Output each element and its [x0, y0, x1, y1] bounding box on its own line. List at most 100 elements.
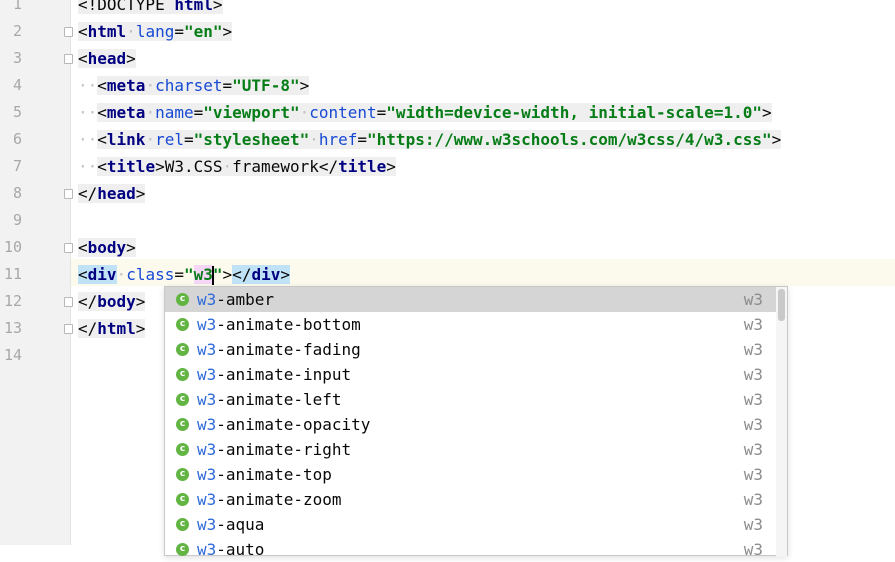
- indent-whitespace: ··: [78, 103, 98, 122]
- completion-match-prefix: w3: [197, 515, 217, 534]
- fold-marker-icon[interactable]: [64, 324, 73, 334]
- completion-item[interactable]: c w3-aqua w3: [165, 512, 777, 537]
- completion-item-suffix: -animate-zoom: [216, 490, 342, 509]
- completion-item-label: w3-animate-top: [197, 462, 332, 487]
- code-line[interactable]: <!DOCTYPE html>: [78, 0, 223, 18]
- completion-item[interactable]: c w3-animate-opacity w3: [165, 412, 777, 437]
- code-line[interactable]: <html·lang="en">: [78, 18, 233, 45]
- line-number: 6: [12, 130, 22, 148]
- completion-match-prefix: w3: [197, 390, 217, 409]
- code-content: <!DOCTYPE html>: [78, 0, 223, 14]
- completion-item-type: w3: [743, 340, 763, 359]
- css-class-icon: c: [176, 393, 189, 406]
- completion-item-type: w3: [743, 365, 763, 384]
- completion-item-type: w3: [743, 465, 763, 484]
- code-content: </head>: [78, 184, 146, 203]
- indent-whitespace: ··: [78, 130, 98, 149]
- tag-name: head: [97, 184, 136, 203]
- completion-item[interactable]: c w3-animate-right w3: [165, 437, 777, 462]
- completion-scroll-thumb[interactable]: [778, 289, 785, 321]
- attribute-value: "width=device-width, initial-scale=1.0": [386, 103, 762, 122]
- code-content: <html·lang="en">: [78, 22, 233, 41]
- completion-item-type: w3: [743, 540, 763, 559]
- completion-item[interactable]: c w3-auto w3: [165, 537, 777, 562]
- attribute-name: rel: [155, 130, 184, 149]
- fold-marker-icon[interactable]: [64, 189, 73, 199]
- css-class-icon: c: [176, 368, 189, 381]
- code-content: <body>: [78, 238, 136, 257]
- code-token: framework: [232, 157, 319, 176]
- code-token: ·: [145, 103, 156, 122]
- code-token: >: [299, 76, 310, 95]
- code-token: <: [97, 103, 107, 122]
- line-number: 12: [3, 292, 22, 310]
- completion-item-label: w3-animate-bottom: [197, 312, 361, 337]
- completion-item-suffix: -auto: [216, 540, 265, 559]
- completion-item-suffix: -aqua: [216, 515, 265, 534]
- completion-match-prefix: w3: [197, 365, 217, 384]
- code-token: ·: [145, 76, 156, 95]
- code-token: >: [761, 103, 772, 122]
- fold-marker-icon[interactable]: [64, 54, 73, 64]
- attribute-value: "viewport": [203, 103, 300, 122]
- line-number: 13: [3, 319, 22, 337]
- code-token: =: [222, 76, 233, 95]
- completion-item[interactable]: c w3-animate-fading w3: [165, 337, 777, 362]
- code-token: =: [357, 130, 368, 149]
- completion-item[interactable]: c w3-animate-bottom w3: [165, 312, 777, 337]
- code-line[interactable]: ··<meta·name="viewport"·content="width=d…: [78, 99, 772, 126]
- css-class-icon: c: [176, 493, 189, 506]
- code-line[interactable]: </html>: [78, 315, 146, 342]
- completion-item-label: w3-animate-right: [197, 437, 351, 462]
- completion-item[interactable]: c w3-animate-input w3: [165, 362, 777, 387]
- completion-item[interactable]: c w3-animate-left w3: [165, 387, 777, 412]
- code-line[interactable]: <div·class="w3"></div>: [78, 261, 290, 288]
- line-number: 8: [12, 184, 22, 202]
- code-token: >: [126, 49, 136, 68]
- completion-item[interactable]: c w3-amber w3: [165, 287, 777, 312]
- attribute-value: "UTF-8": [232, 76, 300, 95]
- completion-match-prefix: w3: [197, 465, 217, 484]
- fold-marker-icon[interactable]: [64, 297, 73, 307]
- completion-item-type: w3: [743, 315, 763, 334]
- code-token: =: [376, 103, 387, 122]
- line-number: 10: [3, 238, 22, 256]
- completion-match-prefix: w3: [197, 290, 217, 309]
- code-token: <: [97, 130, 107, 149]
- code-line[interactable]: </body>: [78, 288, 146, 315]
- completion-item-label: w3-animate-opacity: [197, 412, 370, 437]
- code-line[interactable]: <head>: [78, 45, 136, 72]
- fold-marker-icon[interactable]: [64, 27, 73, 37]
- code-line[interactable]: ··<meta·charset="UTF-8">: [78, 72, 310, 99]
- code-content: <meta·charset="UTF-8">: [97, 76, 310, 95]
- code-content: </html>: [78, 319, 146, 338]
- tag-name: html: [174, 0, 213, 14]
- attribute-value: w3: [193, 265, 214, 285]
- code-token: >: [222, 22, 233, 41]
- code-line[interactable]: ··<title>W3.CSS·framework</title>: [78, 153, 396, 180]
- typed-prefix: w3: [193, 265, 213, 284]
- completion-item-type: w3: [743, 490, 763, 509]
- completion-item-suffix: -animate-fading: [216, 340, 361, 359]
- fold-marker-icon[interactable]: [64, 243, 73, 253]
- css-class-icon: c: [176, 318, 189, 331]
- code-line[interactable]: <body>: [78, 234, 136, 261]
- completion-item-label: w3-amber: [197, 287, 274, 312]
- completion-popup: c w3-amber w3 c w3-animate-bottom w3 c w3-anima…: [164, 286, 788, 559]
- code-token: <: [78, 265, 88, 284]
- completion-scrollbar[interactable]: [776, 287, 787, 557]
- code-content: <meta·name="viewport"·content="width=dev…: [97, 103, 772, 122]
- code-line[interactable]: </head>: [78, 180, 146, 207]
- code-token: <!DOCTYPE: [78, 0, 175, 14]
- css-class-icon: c: [176, 418, 189, 431]
- line-number: 11: [3, 265, 22, 283]
- css-class-icon: c: [176, 443, 189, 456]
- code-token: >: [212, 0, 223, 14]
- completion-item-label: w3-aqua: [197, 512, 264, 537]
- attribute-value: "en": [183, 22, 223, 41]
- code-line[interactable]: ··<link·rel="stylesheet"·href="https://w…: [78, 126, 782, 153]
- completion-item[interactable]: c w3-animate-zoom w3: [165, 487, 777, 512]
- tag-name: link: [106, 130, 146, 149]
- tag-name: div: [251, 265, 281, 284]
- completion-item[interactable]: c w3-animate-top w3: [165, 462, 777, 487]
